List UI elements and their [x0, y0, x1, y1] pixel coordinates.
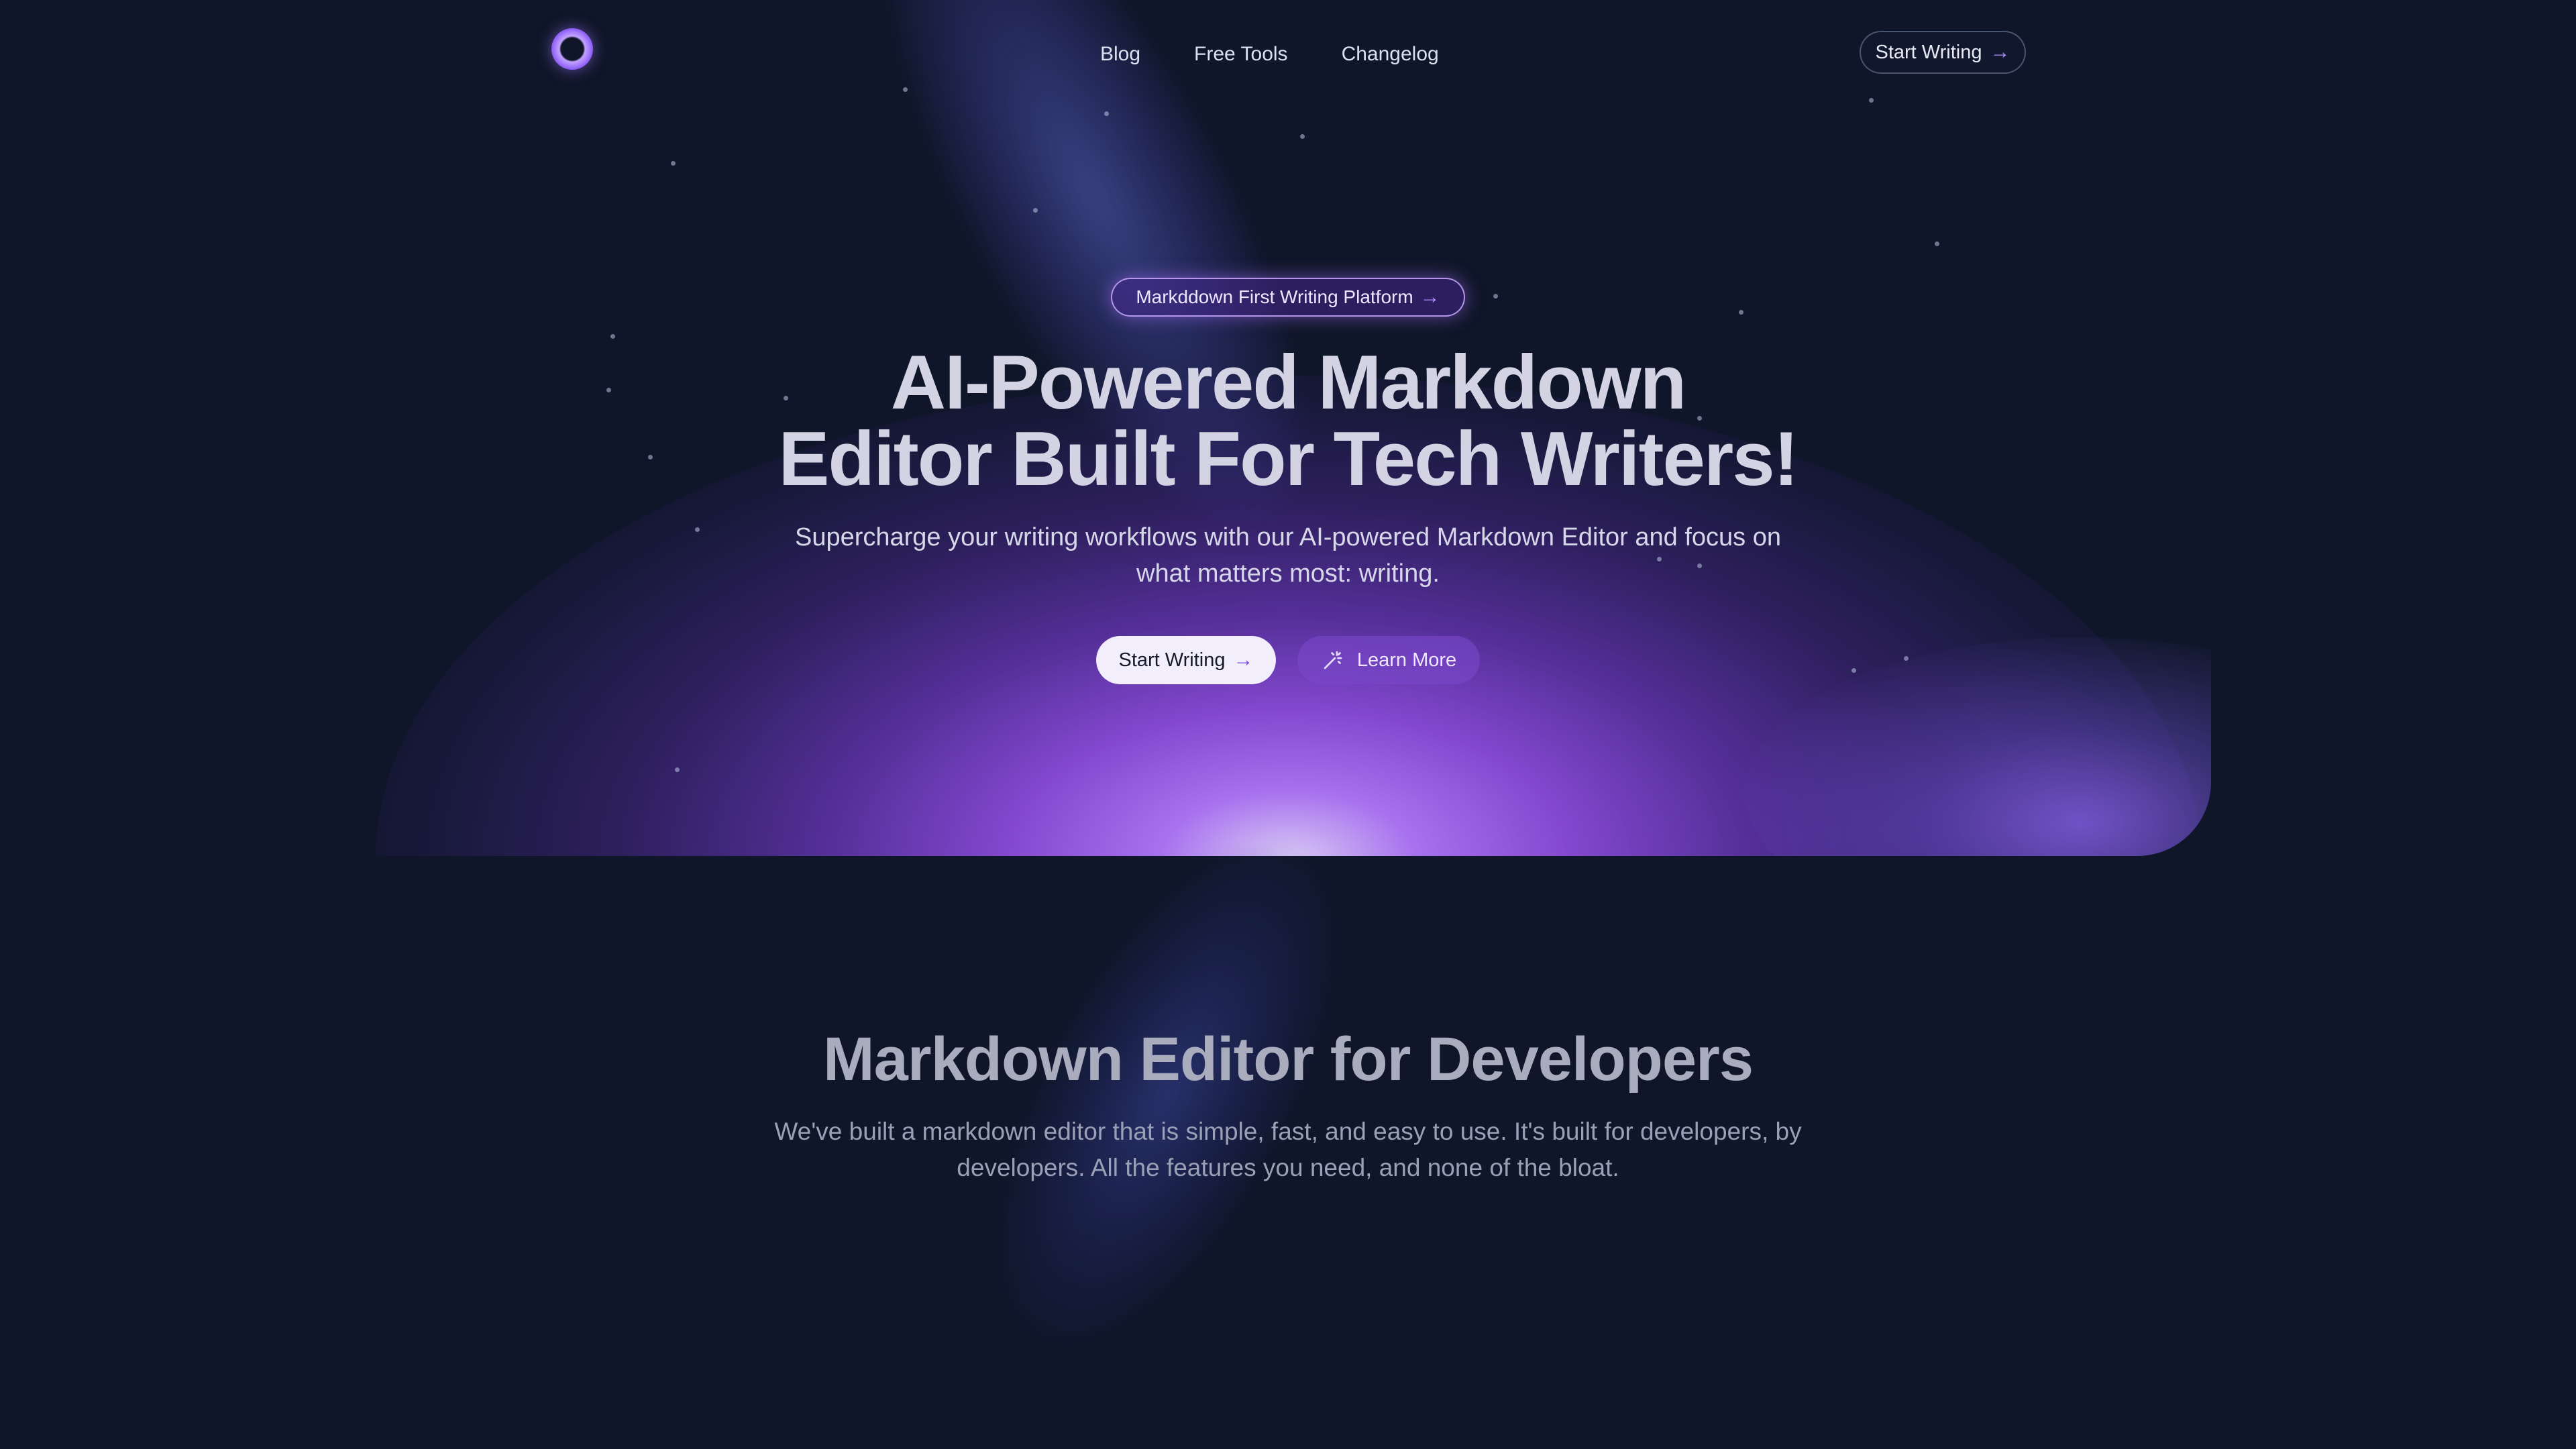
star: [648, 455, 653, 460]
star: [1493, 294, 1498, 299]
nav-cta-label: Start Writing: [1875, 41, 1982, 63]
magic-wand-icon: [1324, 651, 1342, 669]
star: [671, 161, 676, 166]
star: [675, 767, 680, 772]
star: [1104, 111, 1109, 116]
hero-title-line-2: Editor Built For Tech Writers!: [778, 417, 1799, 502]
star: [1739, 310, 1743, 315]
hero-title-line-1: AI-Powered Markdown: [890, 340, 1686, 425]
nav-link-blog[interactable]: Blog: [1100, 38, 1140, 71]
badge-label: Markddown First Writing Platform: [1136, 286, 1413, 307]
landing-page: Blog Free Tools Changelog Start Writing …: [0, 0, 2576, 1449]
features-subtitle: We've built a markdown editor that is si…: [774, 1118, 1802, 1181]
learn-more-label: Learn More: [1356, 649, 1457, 671]
arrow-right-icon: →: [1419, 286, 1440, 308]
star: [695, 527, 700, 532]
star: [1904, 656, 1909, 661]
hero-subtitle: Supercharge your writing workflows with …: [794, 523, 1782, 588]
star: [610, 334, 615, 339]
ring-logo-icon[interactable]: [551, 28, 593, 70]
features-title: Markdown Editor for Developers: [822, 1025, 1754, 1093]
star: [606, 388, 611, 392]
nav-links: Blog Free Tools Changelog: [1100, 38, 1439, 71]
start-writing-button[interactable]: Start Writing →: [1096, 636, 1276, 684]
platform-badge[interactable]: Markddown First Writing Platform →: [1111, 278, 1465, 317]
top-nav: Blog Free Tools Changelog Start Writing …: [0, 0, 2576, 107]
learn-more-button[interactable]: Learn More: [1297, 636, 1480, 684]
nav-start-writing-button[interactable]: Start Writing →: [1860, 31, 2026, 74]
hero-title: AI-Powered Markdown Editor Built For Tec…: [684, 345, 1892, 498]
nav-link-changelog[interactable]: Changelog: [1342, 38, 1439, 71]
start-writing-label: Start Writing: [1118, 649, 1226, 671]
star: [1935, 241, 1939, 246]
arrow-right-icon: →: [1233, 649, 1254, 671]
star: [1033, 208, 1038, 213]
nav-link-free-tools[interactable]: Free Tools: [1194, 38, 1288, 71]
star: [1851, 668, 1856, 673]
arrow-right-icon: →: [1990, 41, 2010, 63]
star: [1300, 134, 1305, 139]
